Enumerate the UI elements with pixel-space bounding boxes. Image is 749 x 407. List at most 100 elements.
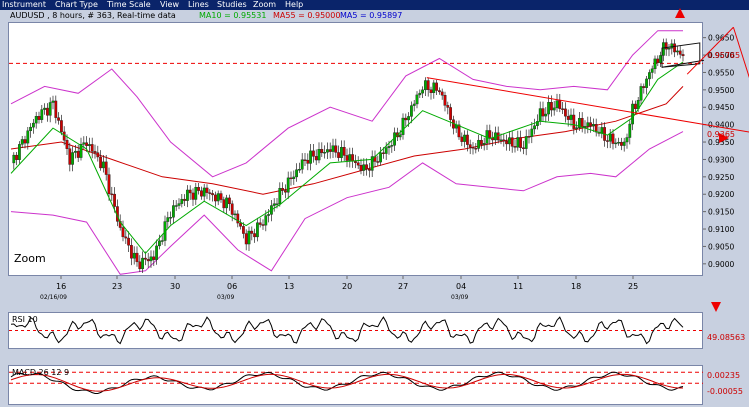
- candle-body: [659, 55, 663, 64]
- candle-body: [48, 102, 52, 116]
- macd-title: MACD 26 12 9: [12, 368, 69, 377]
- candle-body: [331, 145, 335, 152]
- candle-body: [398, 134, 402, 138]
- candle-body: [202, 187, 206, 197]
- candle-body: [474, 148, 478, 150]
- candle-body: [272, 203, 276, 206]
- macd-value-2: -0.00055: [707, 387, 743, 396]
- candle-body: [642, 86, 646, 88]
- candle-body: [354, 161, 357, 163]
- candle-body: [550, 102, 553, 111]
- candle-body: [104, 161, 108, 175]
- candle-body: [513, 146, 517, 148]
- y-tick-label: 0.9500: [708, 86, 734, 95]
- ma10-label: MA10 = 0.95531: [199, 11, 266, 20]
- candle-body: [15, 154, 18, 160]
- candle-body: [37, 116, 41, 120]
- candle-body: [572, 114, 576, 129]
- candle-body: [152, 256, 156, 260]
- candle-body: [157, 240, 161, 247]
- candle-body: [149, 256, 153, 262]
- candle-body: [258, 222, 262, 225]
- candle-body: [505, 140, 508, 145]
- candle-body: [267, 214, 270, 216]
- candle-body: [580, 118, 584, 128]
- candle-body: [586, 122, 590, 127]
- candle-body: [85, 142, 89, 146]
- candle-body: [129, 245, 133, 259]
- candle-body: [197, 187, 200, 191]
- candle-body: [177, 203, 181, 206]
- candle-body: [376, 161, 380, 163]
- candle-body: [656, 58, 660, 64]
- candle-body: [143, 257, 147, 260]
- candle-body: [558, 100, 562, 109]
- candle-body: [306, 159, 310, 164]
- candle-body: [379, 152, 382, 163]
- candle-body: [43, 107, 47, 110]
- candle-body: [653, 58, 657, 70]
- candle-body: [60, 120, 63, 133]
- candle-body: [256, 222, 259, 238]
- ma55-label: MA55 = 0.95000: [273, 11, 340, 20]
- candle-body: [340, 147, 343, 158]
- candle-body: [482, 143, 486, 145]
- candle-body: [664, 42, 668, 50]
- candle-body: [606, 140, 609, 142]
- candle-body: [138, 261, 142, 270]
- candle-body: [213, 194, 217, 202]
- candle-body: [620, 141, 623, 146]
- month-label-3: 03/09: [451, 294, 468, 301]
- candle-body: [583, 126, 587, 128]
- candle-body: [334, 145, 338, 153]
- candle-body: [174, 205, 178, 207]
- candle-body: [295, 169, 298, 178]
- candle-body: [681, 54, 685, 57]
- candle-body: [26, 130, 30, 144]
- candle-body: [314, 156, 318, 161]
- candle-body: [564, 108, 567, 117]
- candle-body: [368, 168, 371, 171]
- candle-body: [356, 162, 360, 166]
- candle-body: [225, 197, 228, 209]
- candle-body: [348, 154, 352, 161]
- candle-body: [289, 177, 293, 180]
- candle-body: [351, 154, 354, 162]
- candle-body: [466, 134, 469, 145]
- candle-body: [227, 197, 231, 205]
- x-tick-label: 30: [170, 282, 180, 291]
- candle-body: [57, 117, 61, 121]
- candle-body: [199, 190, 203, 197]
- x-tick-label: 20: [342, 282, 352, 291]
- y-tick-label: 0.9550: [708, 68, 734, 77]
- candle-body: [502, 139, 506, 142]
- candle-body: [457, 124, 461, 138]
- candle-body: [185, 189, 189, 201]
- arrow-up-head: [675, 8, 685, 18]
- zoom-label[interactable]: Zoom: [14, 252, 46, 265]
- rsi-value: 49.08563: [707, 333, 745, 342]
- candle-body: [510, 137, 514, 147]
- candle-body: [365, 164, 368, 170]
- candle-body: [667, 47, 671, 50]
- candle-body: [281, 188, 284, 191]
- x-tick-label: 16: [56, 282, 66, 291]
- candle-body: [292, 176, 296, 179]
- candle-body: [300, 159, 304, 170]
- candle-body: [527, 136, 531, 138]
- candle-body: [547, 102, 551, 115]
- candle-body: [90, 144, 94, 152]
- ma5-label: MA5 = 0.95897: [340, 11, 402, 20]
- candle-body: [432, 82, 436, 93]
- chart-canvas: AUDUSD , 8 hours, # 363, Real-time data …: [9, 8, 749, 396]
- candle-body: [390, 145, 394, 147]
- candle-body: [449, 107, 452, 120]
- candle-body: [171, 205, 175, 218]
- candle-body: [222, 199, 226, 209]
- candle-body: [650, 68, 654, 73]
- candle-body: [471, 146, 475, 149]
- candle-body: [101, 161, 105, 169]
- candle-body: [424, 80, 427, 91]
- candle-body: [446, 105, 450, 108]
- candle-body: [99, 156, 103, 169]
